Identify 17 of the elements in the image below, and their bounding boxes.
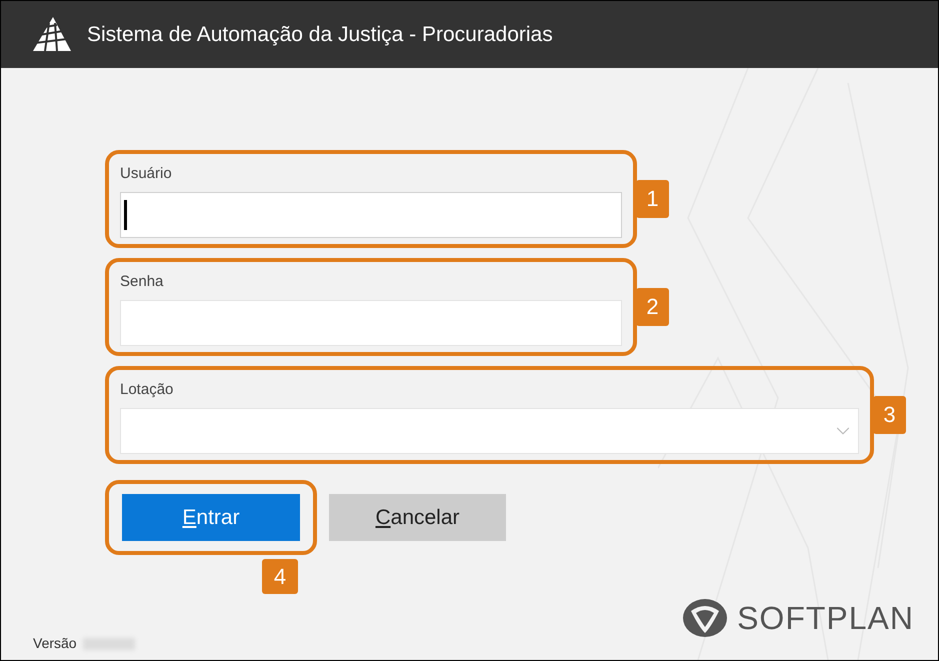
callout-number: 3 (873, 396, 906, 434)
version-label: Versão (33, 634, 77, 653)
cancel-button[interactable]: Cancelar (329, 494, 506, 541)
login-button[interactable]: Entrar (122, 494, 300, 541)
field-label: Usuário (120, 164, 173, 184)
brand-name: SOFTPLAN (737, 599, 914, 638)
field-label: Lotação (120, 380, 174, 400)
callout-number: 1 (636, 180, 669, 218)
password-field[interactable] (120, 300, 622, 346)
dropdown-field[interactable] (120, 408, 859, 454)
window-title: Sistema de Automação da Justiça - Procuradorias (87, 22, 553, 48)
brand-logo-icon (681, 597, 730, 639)
callout-number: 2 (636, 288, 669, 326)
logo-icon (31, 16, 73, 52)
field-label: Senha (120, 272, 164, 292)
callout-number: 4 (262, 559, 298, 594)
input-field[interactable] (120, 192, 622, 238)
